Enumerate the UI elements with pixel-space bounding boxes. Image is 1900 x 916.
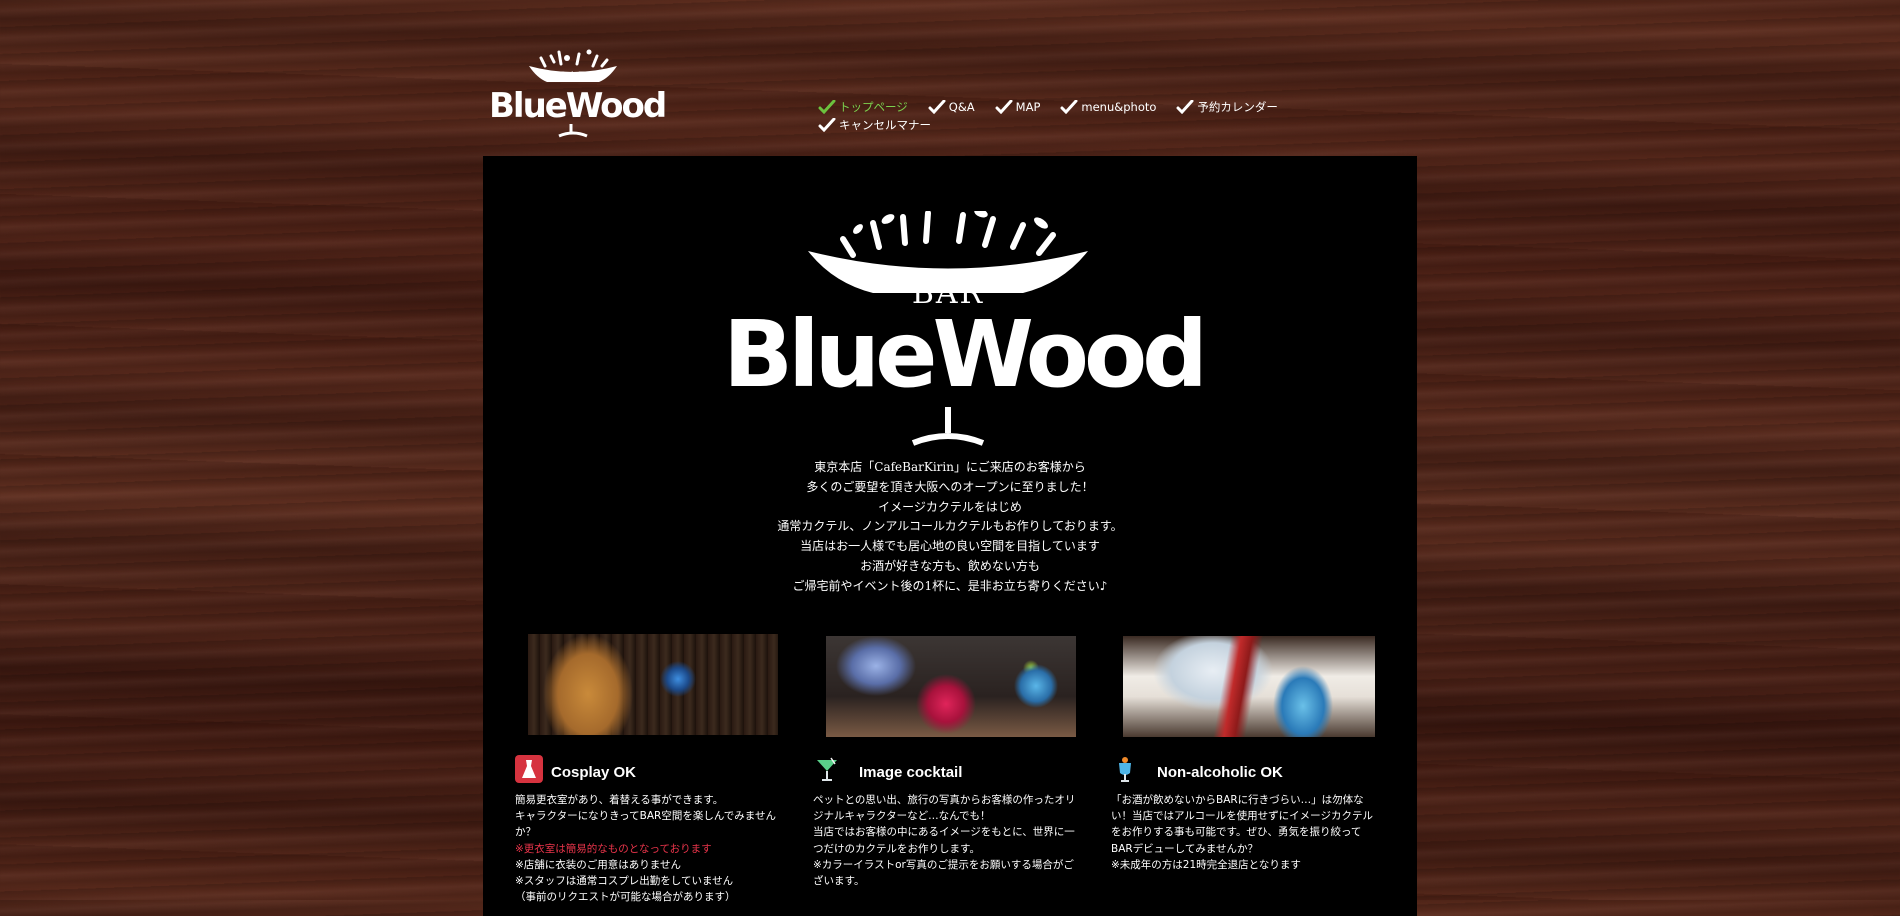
feature-non-alcoholic: Non-alcoholic OK 「お酒が飲めないからBARに行きづらい…」は勿… <box>1111 754 1386 873</box>
feature-body: 「お酒が飲めないからBARに行きづらい…」は勿体な い！当店ではアルコールを使用… <box>1111 792 1386 873</box>
nav-item-label: キャンセルマナー <box>839 118 931 132</box>
cosplay-photo <box>528 634 778 735</box>
feature-line: ジナルキャラクターなど…なんでも！ <box>813 810 991 823</box>
logo-bar-text: BAR <box>557 70 589 85</box>
feature-image-cocktail: Image cocktail ペットとの思い出、旅行の写真からお客様の作ったオリ… <box>813 754 1088 889</box>
feature-line: キャラクターになりきってBAR空間を楽しんでみません <box>515 810 776 823</box>
site-logo[interactable]: BAR BlueWood <box>489 48 667 140</box>
feature-line: （事前のリクエストが可能な場合があります） <box>515 891 736 904</box>
feature-title: Image cocktail <box>859 763 963 781</box>
feature-header: Non-alcoholic OK <box>1111 754 1386 784</box>
feature-note-line: ※更衣室は簡易的なものとなっております <box>515 842 712 855</box>
nav-item-map[interactable]: MAP <box>995 100 1041 114</box>
nav-item-label: menu&photo <box>1081 100 1157 114</box>
feature-line: ざいます。 <box>813 875 865 888</box>
nav-item-reservation-calendar[interactable]: 予約カレンダー <box>1176 100 1278 114</box>
feature-line: 簡易更衣室があり、着替える事ができます。 <box>515 794 724 806</box>
feature-line: ※未成年の方は21時完全退店となります <box>1111 858 1301 871</box>
feature-line: BARデビューしてみませんか？ <box>1111 842 1259 855</box>
feature-line: 「お酒が飲めないからBARに行きづらい…」は勿体な <box>1111 794 1364 806</box>
feature-line: ※スタッフは通常コスプレ出勤をしていません <box>515 875 734 888</box>
cocktail-glass-icon <box>817 757 837 781</box>
non-alcoholic-photo <box>1123 636 1375 737</box>
check-icon <box>995 100 1013 114</box>
main-logo: BAR BlueWood <box>723 211 1208 451</box>
nav-item-cancel-manner[interactable]: キャンセルマナー <box>818 118 931 132</box>
nav-item-top[interactable]: トップページ <box>818 100 908 114</box>
feature-header: Cosplay OK <box>515 754 790 784</box>
nav-item-menu-photo[interactable]: menu&photo <box>1060 100 1156 114</box>
feature-line: ペットとの思い出、旅行の写真からお客様の作ったオリ <box>813 794 1076 806</box>
feature-line: をお作りする事も可能です。ぜひ、勇気を振り絞って <box>1111 826 1362 839</box>
check-icon <box>1176 100 1194 114</box>
logo-name-text: BlueWood <box>489 86 667 126</box>
intro-line: 東京本店「CafeBarKirin」にご来店のお客様から <box>814 460 1086 474</box>
cocktail-photo <box>826 636 1076 737</box>
check-icon <box>818 100 836 114</box>
feature-title: Cosplay OK <box>551 763 637 781</box>
dress-icon <box>515 755 543 783</box>
nav-item-label: MAP <box>1015 100 1041 114</box>
feature-line: 当店ではお客様の中にあるイメージをもとに、世界に一 <box>813 826 1075 839</box>
intro-line: 多くのご要望を頂き大阪へのオープンに至りました！ <box>806 479 1094 494</box>
intro-line: ご帰宅前やイベント後の1杯に、是非お立ち寄りください♪ <box>792 578 1108 593</box>
tropical-drink-icon <box>1119 757 1131 782</box>
nav-item-label: トップページ <box>839 100 908 114</box>
main-panel: BAR BlueWood 東京本店「CafeBarKirin」にご来店のお客様か… <box>483 156 1417 916</box>
logo-name-text: BlueWood <box>723 301 1208 408</box>
intro-line: 通常カクテル、ノンアルコールカクテルもお作りしております。 <box>777 519 1123 534</box>
feature-body: ペットとの思い出、旅行の写真からお客様の作ったオリ ジナルキャラクターなど…なん… <box>813 792 1088 889</box>
feature-line: か？ <box>515 826 536 839</box>
feature-header: Image cocktail <box>813 754 1088 784</box>
check-icon <box>1060 100 1078 114</box>
nav-item-qa[interactable]: Q&A <box>928 100 975 114</box>
feature-cosplay: Cosplay OK 簡易更衣室があり、着替える事ができます。 キャラクターにな… <box>515 754 790 905</box>
nav-item-label: Q&A <box>948 100 975 114</box>
intro-line: お酒が好きな方も、飲めない方も <box>860 558 1040 573</box>
feature-line: つだけのカクテルをお作りします。 <box>813 842 980 855</box>
check-icon <box>928 100 946 114</box>
intro-text: 東京本店「CafeBarKirin」にご来店のお客様から 多くのご要望を頂き大阪… <box>633 458 1267 597</box>
feature-line: い！当店ではアルコールを使用せずにイメージカクテル <box>1111 810 1373 823</box>
site-header: BAR BlueWood トップページ Q&A MAP menu&photo 予… <box>483 40 1418 150</box>
feature-line: ※店舗に衣装のご用意はありません <box>515 858 681 871</box>
feature-body: 簡易更衣室があり、着替える事ができます。 キャラクターになりきってBAR空間を楽… <box>515 792 790 905</box>
intro-line: 当店はお一人様でも居心地の良い空間を目指しています <box>800 539 1100 554</box>
check-icon <box>818 118 836 132</box>
main-nav: トップページ Q&A MAP menu&photo 予約カレンダー キャンセルマ… <box>818 100 1378 132</box>
nav-item-label: 予約カレンダー <box>1197 100 1278 114</box>
feature-title: Non-alcoholic OK <box>1157 763 1283 781</box>
feature-line: ※カラーイラストor写真のご提示をお願いする場合がご <box>813 858 1074 871</box>
intro-line: イメージカクテルをはじめ <box>878 499 1022 514</box>
